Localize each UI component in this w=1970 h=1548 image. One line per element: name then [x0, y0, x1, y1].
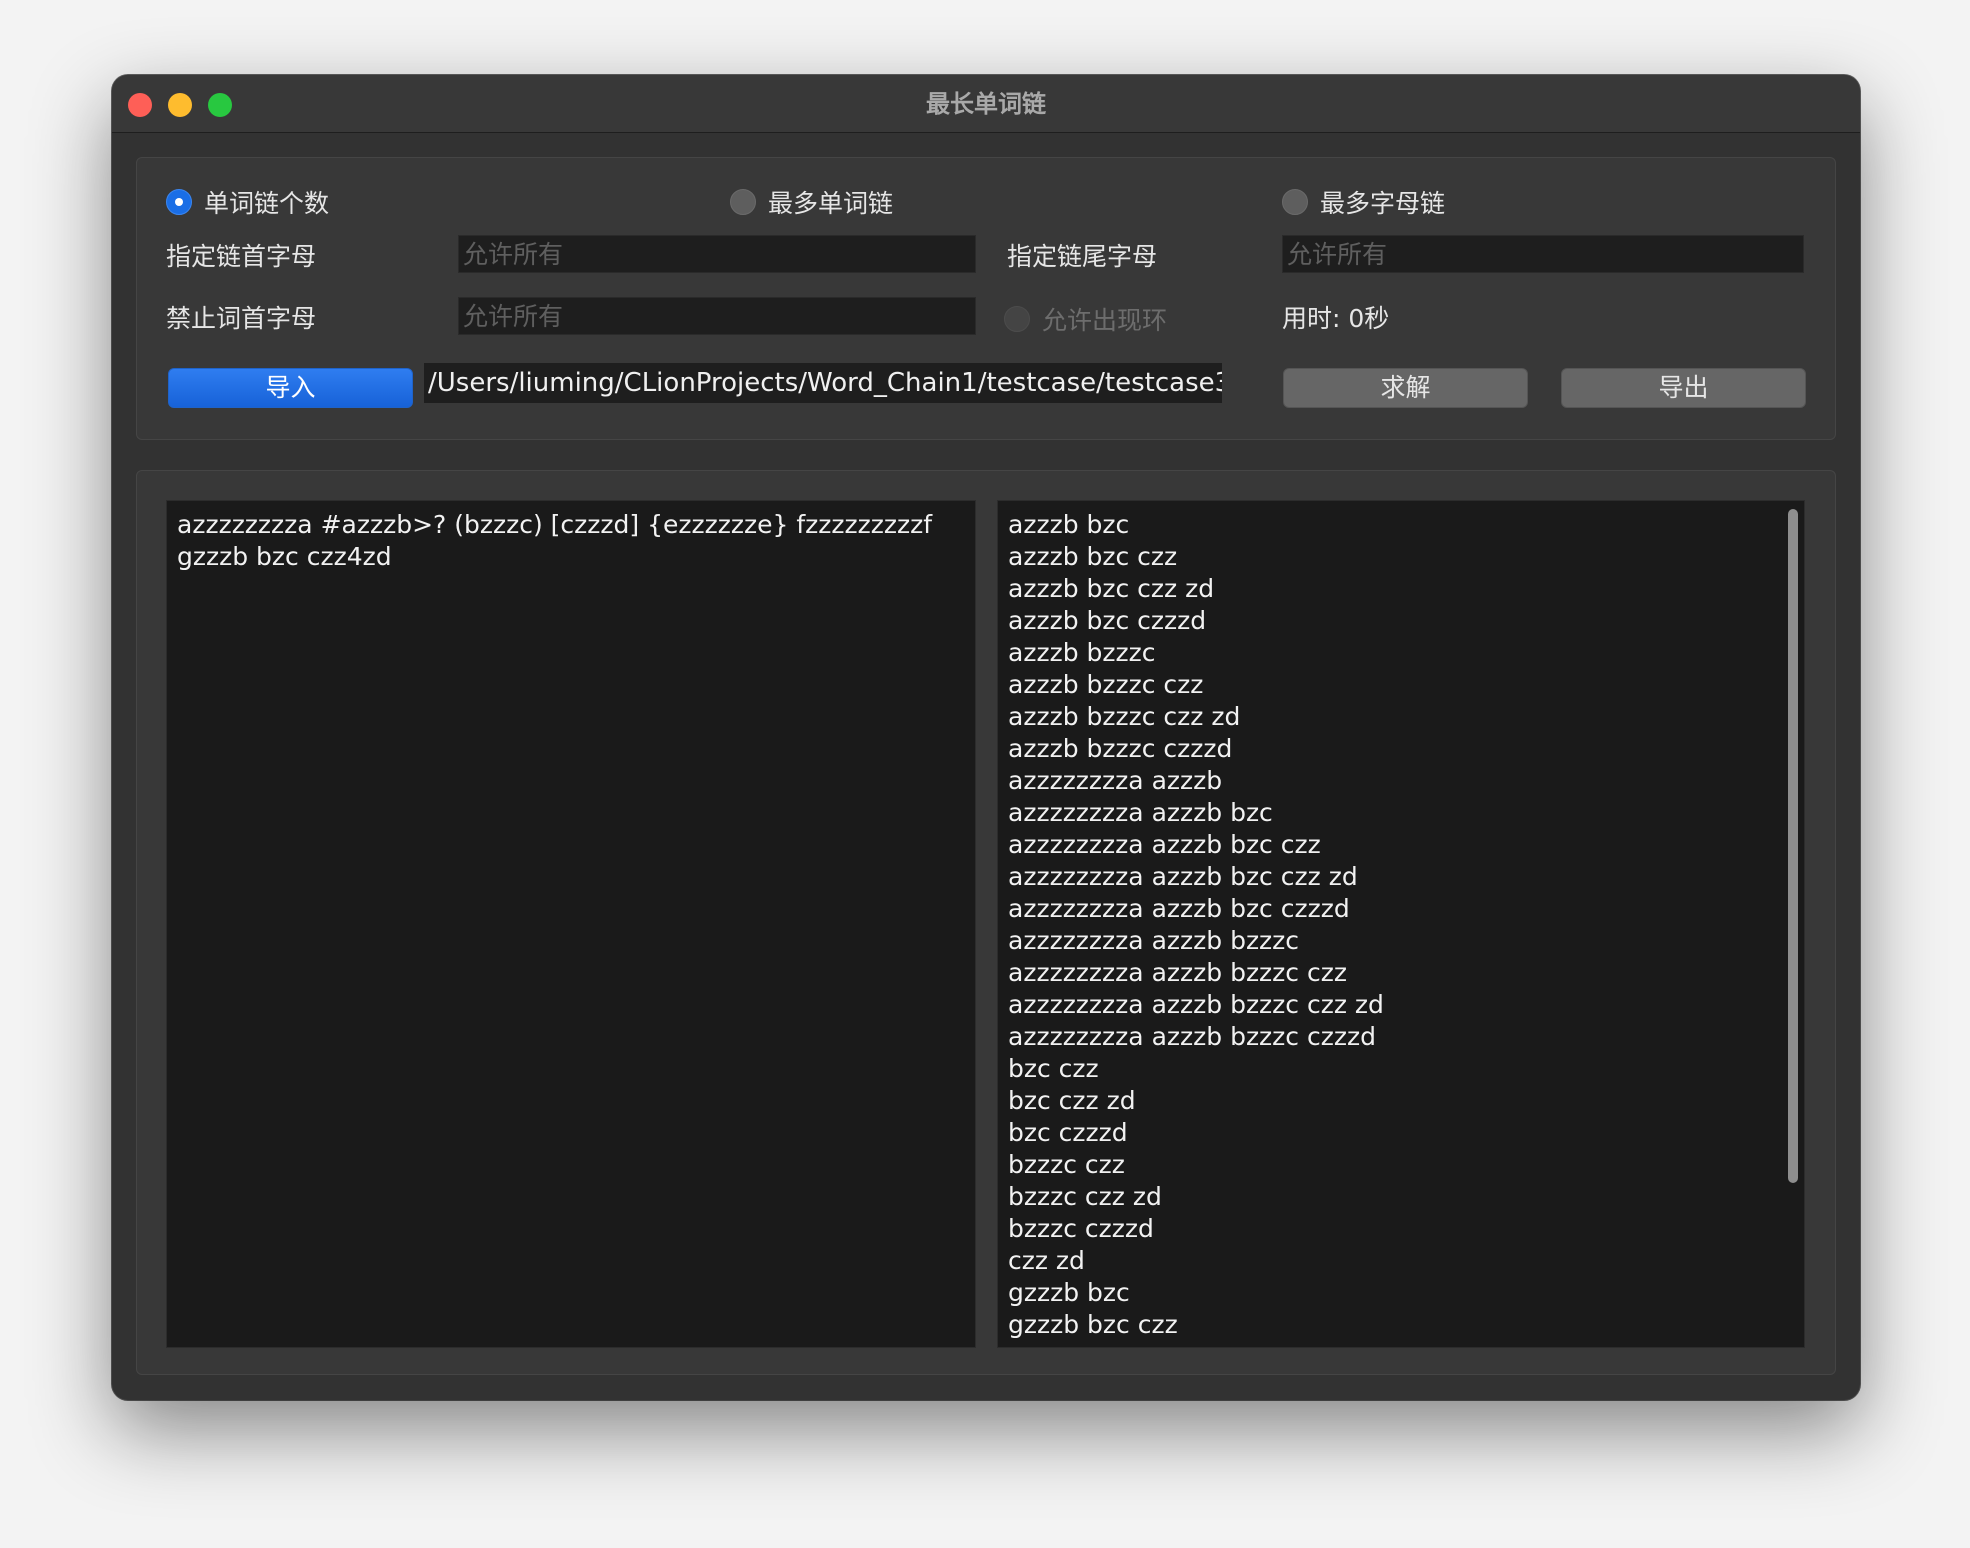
elapsed-time: 用时: 0秒: [1282, 304, 1390, 333]
output-line: azzzzzzzza azzzb bzc czz zd: [1008, 862, 1358, 891]
output-line: azzzzzzzza azzzb bzzzc: [1008, 926, 1300, 955]
output-line: azzzb bzzzc: [1008, 638, 1156, 667]
tail-letter-input[interactable]: [1282, 235, 1804, 273]
radio-dot: [1282, 189, 1308, 215]
input-line: gzzzb bzc czz4zd: [177, 542, 392, 571]
tail-letter-label: 指定链尾字母: [1007, 242, 1158, 271]
import-button[interactable]: 导入: [168, 368, 413, 408]
output-line: azzzb bzzzc czz zd: [1008, 702, 1241, 731]
banned-head-input[interactable]: [458, 297, 976, 335]
radio-chain-count[interactable]: 单词链个数: [166, 184, 329, 220]
output-line: azzzb bzc czzzd: [1008, 606, 1207, 635]
output-line: azzzzzzzza azzzb bzc: [1008, 798, 1273, 827]
output-line: azzzzzzzza azzzb: [1008, 766, 1223, 795]
export-button[interactable]: 导出: [1561, 368, 1806, 408]
file-path-display: /Users/liuming/CLionProjects/Word_Chain1…: [424, 363, 1222, 403]
head-letter-input[interactable]: [458, 235, 976, 273]
head-letter-label: 指定链首字母: [166, 242, 317, 271]
output-line: azzzb bzc czz zd: [1008, 574, 1215, 603]
output-line: gzzzb bzc czz: [1008, 1310, 1178, 1339]
radio-dot: [730, 189, 756, 215]
output-line: azzzzzzzza azzzb bzzzc czz: [1008, 958, 1347, 987]
output-line: azzzb bzc czz: [1008, 542, 1178, 571]
output-line: bzzzc czz zd: [1008, 1182, 1162, 1211]
output-line: czz zd: [1008, 1246, 1085, 1275]
radio-most-words[interactable]: 最多单词链: [730, 184, 893, 220]
radio-label: 单词链个数: [204, 189, 330, 218]
banned-head-label: 禁止词首字母: [166, 304, 317, 333]
output-line: bzc czz: [1008, 1054, 1099, 1083]
output-line: bzzzc czzzd: [1008, 1214, 1154, 1243]
output-line: bzzzc czz: [1008, 1150, 1125, 1179]
radio-dot: [1004, 306, 1030, 332]
output-line: azzzzzzzza azzzb bzzzc czz zd: [1008, 990, 1384, 1019]
radio-most-letters[interactable]: 最多字母链: [1282, 184, 1445, 220]
output-line: azzzb bzc: [1008, 510, 1130, 539]
solve-button[interactable]: 求解: [1283, 368, 1528, 408]
output-line: azzzb bzzzc czz: [1008, 670, 1204, 699]
radio-dot: [166, 189, 192, 215]
app-window: 最长单词链 单词链个数 最多单词链 最多字母链 指定链首字母 指定链尾字母 禁止…: [112, 75, 1860, 1400]
radio-label: 允许出现环: [1042, 306, 1168, 335]
output-line: azzzzzzzza azzzb bzc czz: [1008, 830, 1321, 859]
input-line: azzzzzzzza #azzzb>? (bzzzc) [czzzd] {ezz…: [177, 510, 933, 539]
input-text-area[interactable]: azzzzzzzza #azzzb>? (bzzzc) [czzzd] {ezz…: [166, 500, 976, 1348]
allow-loop-radio[interactable]: 允许出现环: [1004, 301, 1167, 337]
window-title: 最长单词链: [926, 90, 1046, 118]
output-line: bzc czzzd: [1008, 1118, 1128, 1147]
output-line: azzzzzzzza azzzb bzc czzzd: [1008, 894, 1350, 923]
radio-label: 最多单词链: [768, 189, 894, 218]
output-line: bzc czz zd: [1008, 1086, 1136, 1115]
output-line: azzzzzzzza azzzb bzzzc czzzd: [1008, 1022, 1376, 1051]
output-scrollbar[interactable]: [1788, 509, 1798, 1183]
radio-label: 最多字母链: [1320, 189, 1446, 218]
output-lines: azzzb bzc azzzb bzc czz azzzb bzc czz zd az…: [1008, 509, 1794, 1341]
output-text-area[interactable]: azzzb bzc azzzb bzc czz azzzb bzc czz zd az…: [997, 500, 1805, 1348]
title-bar: 最长单词链: [112, 75, 1860, 133]
output-line: gzzzb bzc: [1008, 1278, 1130, 1307]
output-line: azzzb bzzzc czzzd: [1008, 734, 1233, 763]
